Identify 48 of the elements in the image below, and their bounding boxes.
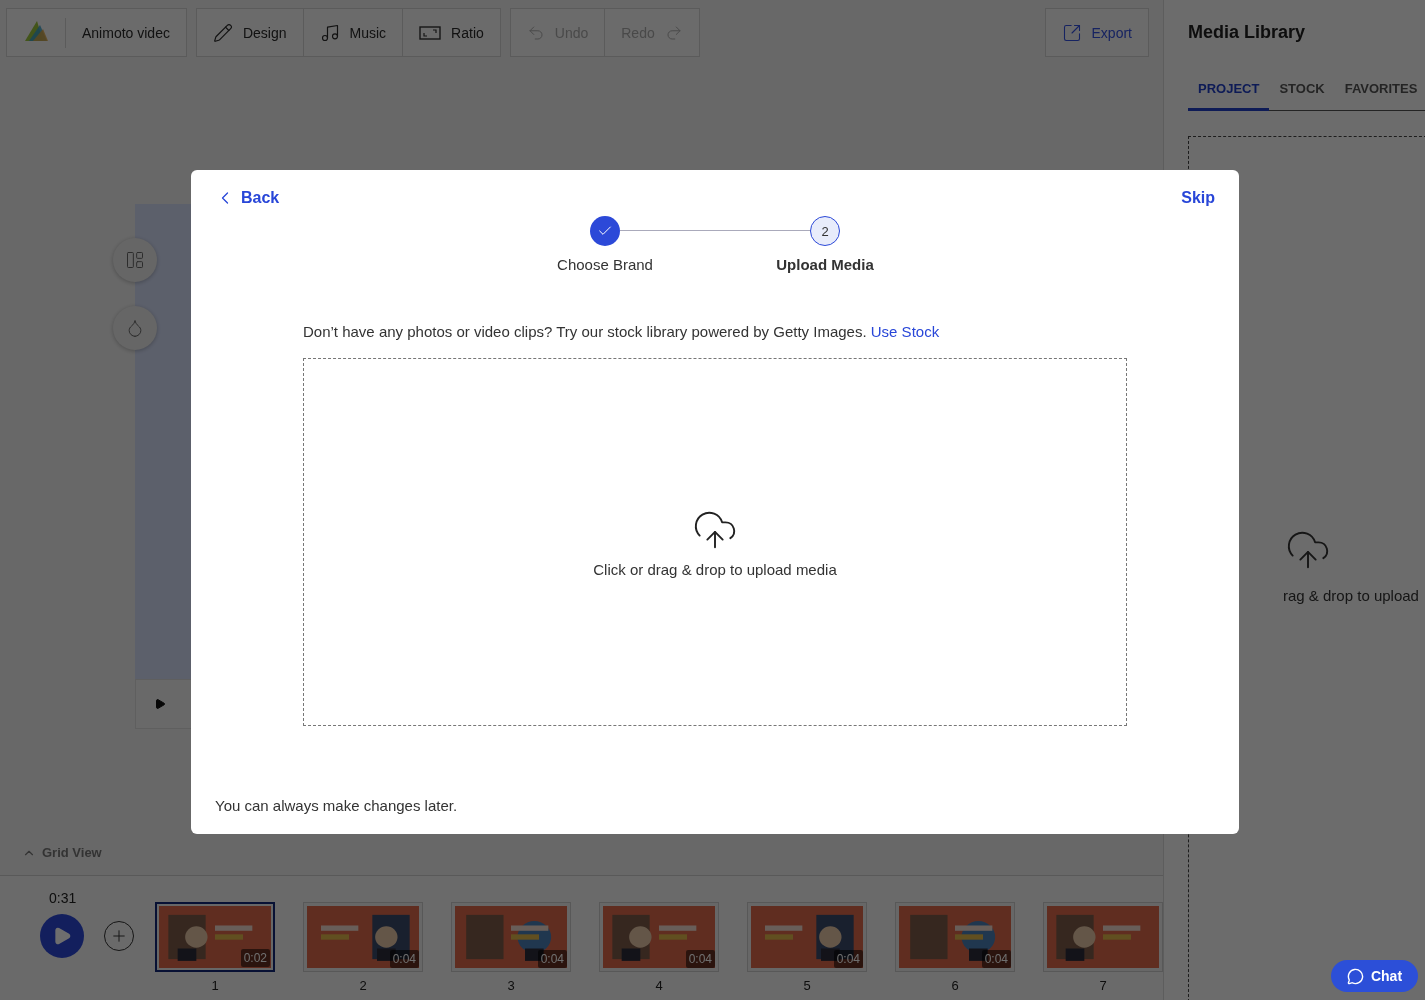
clip-number: 6 (951, 978, 959, 993)
undo-icon (526, 23, 545, 42)
dropzone-text: rag & drop to upload (1282, 587, 1419, 604)
play-icon[interactable] (154, 698, 166, 710)
color-button[interactable] (113, 306, 157, 350)
clip-number: 2 (359, 978, 367, 993)
toolbar-button[interactable]: Design (196, 9, 303, 56)
stock-prompt: Don’t have any photos or video clips? Try our stock library powered by Getty Images. Use Stock (303, 323, 941, 340)
clip-thumbnail[interactable]: 0:04 (451, 902, 571, 972)
back-button[interactable]: Back (215, 188, 280, 208)
chat-bubble-icon (1346, 967, 1364, 985)
clip-number: 4 (655, 978, 663, 993)
aspect-ratio-icon (419, 24, 442, 41)
chat-button[interactable]: Chat (1331, 960, 1418, 992)
pencil-icon (212, 22, 233, 43)
project-title: Animoto videc (65, 17, 186, 48)
library-tab[interactable]: FAVORITES (1334, 69, 1425, 111)
clip-number: 3 (507, 978, 515, 993)
total-time: 0:31 (48, 890, 78, 906)
clip-thumbnail[interactable]: 0:02 (155, 902, 275, 972)
play-icon (52, 926, 72, 946)
music-note-icon (319, 22, 340, 43)
library-tab[interactable]: STOCK (1269, 69, 1335, 111)
layout-button[interactable] (113, 238, 157, 282)
export-button[interactable]: Export (1044, 8, 1149, 57)
footer-note: You can always make changes later. (215, 797, 459, 814)
clip-thumbnail[interactable]: 0:04 (747, 902, 867, 972)
toolbar-button[interactable]: Music (302, 9, 403, 56)
dropzone-text: Click or drag & drop to upload media (593, 560, 837, 578)
library-tab[interactable]: PROJECT (1188, 69, 1270, 111)
step-label: Choose Brand (557, 256, 653, 273)
clip-thumbnail[interactable]: 0:04 (895, 902, 1015, 972)
redo-icon (664, 23, 683, 42)
clip-thumbnail[interactable]: 0:04 (599, 902, 719, 972)
panel-title: Media Library (1188, 22, 1307, 43)
toolbar-button[interactable]: Ratio (402, 9, 500, 56)
plus-icon (110, 927, 128, 945)
use-stock-link[interactable]: Use Stock (870, 323, 940, 340)
upload-dropzone[interactable]: Click or drag & drop to upload media (303, 358, 1127, 726)
clip-number: 5 (803, 978, 811, 993)
clip-number: 7 (1099, 978, 1107, 993)
step-marker: 2 (810, 216, 840, 246)
layout-icon (125, 250, 145, 270)
clip-number: 1 (211, 978, 219, 993)
export-icon (1061, 22, 1082, 43)
step-label: Upload Media (776, 256, 874, 273)
clip-thumbnail[interactable]: 0:04 (303, 902, 423, 972)
play-button[interactable] (40, 914, 84, 958)
